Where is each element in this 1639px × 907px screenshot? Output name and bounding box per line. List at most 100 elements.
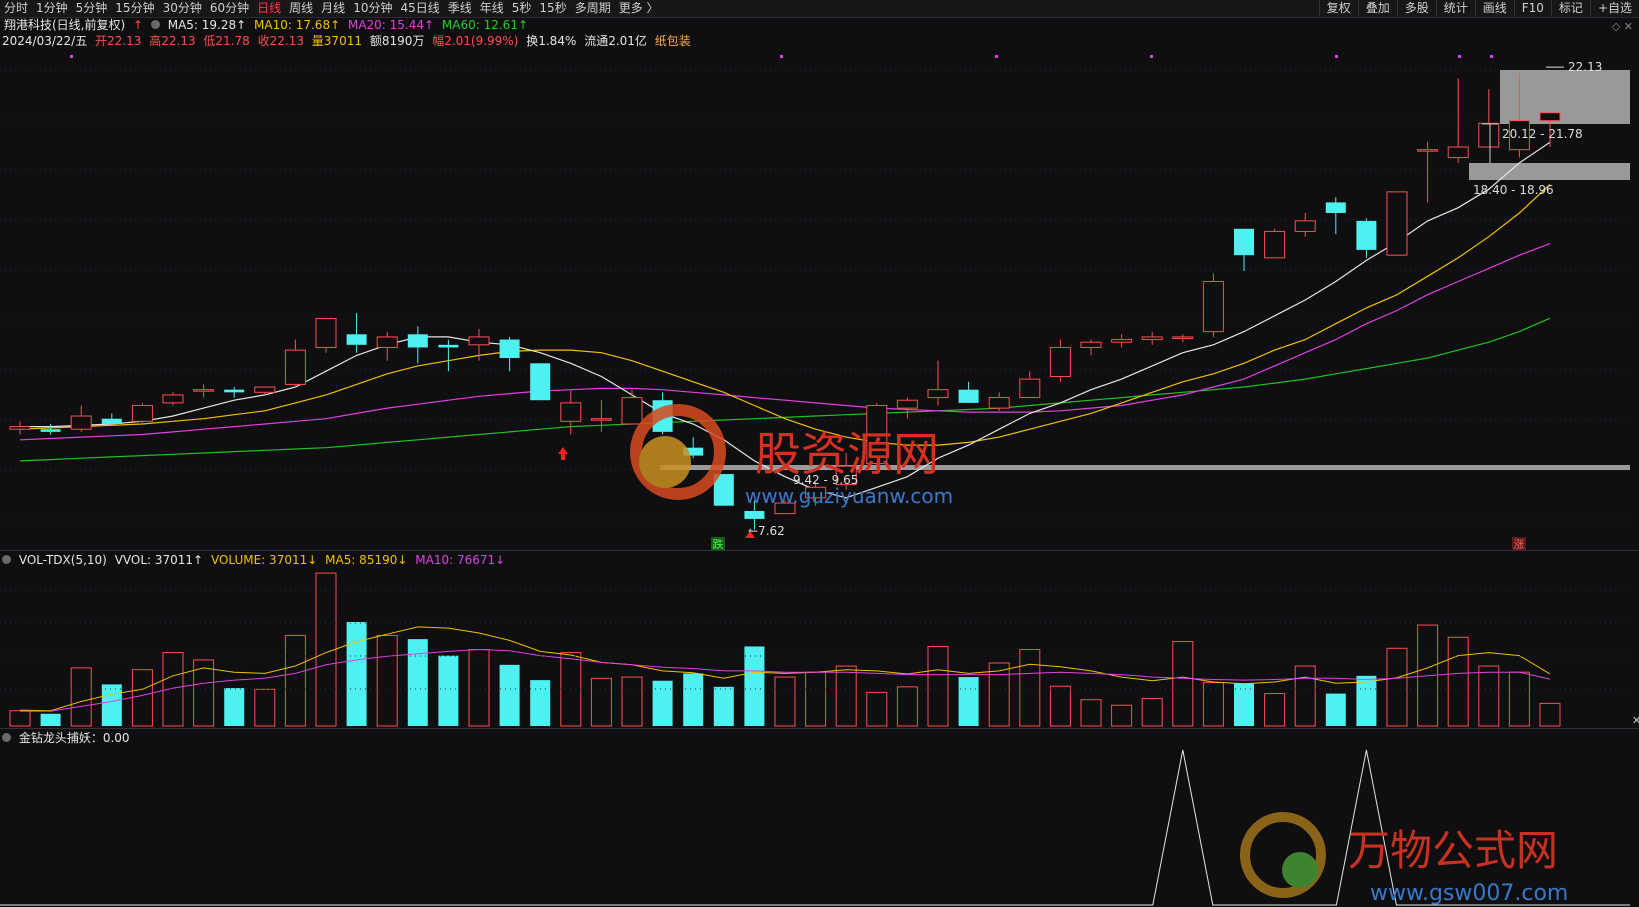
volume-bar	[958, 677, 979, 726]
watermark-title: 股资源网	[755, 427, 939, 481]
signal-dot	[995, 55, 998, 58]
volume-bar	[70, 667, 92, 727]
volume-bar	[1539, 702, 1561, 727]
volume-bar	[284, 634, 306, 727]
candle-body	[254, 386, 276, 393]
volume-bars	[9, 572, 1561, 727]
volume-bar	[468, 649, 490, 727]
volume-bar	[896, 686, 918, 727]
high-price-label: 22.13	[1568, 60, 1602, 74]
watermark-logo	[630, 404, 726, 500]
volume-bar	[407, 639, 428, 726]
candle-body	[1539, 112, 1561, 122]
candle-body	[1447, 146, 1469, 159]
volume-bar	[1049, 685, 1071, 727]
volume-bar	[683, 673, 704, 726]
kline-chart[interactable]: 22.1320.12 - 21.7818.40 - 18.969.42 - 9.…	[0, 0, 1639, 907]
candle-body	[162, 394, 184, 404]
volume-bar	[1264, 693, 1286, 727]
candle-body	[1049, 346, 1071, 377]
candle-body	[40, 429, 61, 432]
candle-body	[958, 389, 979, 403]
volume-bar	[927, 645, 949, 727]
candle-body	[224, 389, 245, 393]
candle-body	[744, 510, 765, 519]
candle-body	[560, 402, 582, 422]
volume-bar	[1234, 683, 1254, 726]
signal-dot	[1335, 55, 1338, 58]
volume-bar	[621, 676, 643, 727]
candle-body	[9, 426, 31, 430]
candle-body	[530, 363, 551, 401]
volume-bar	[1325, 693, 1346, 726]
volume-bar	[1019, 649, 1041, 727]
candle-body	[1234, 228, 1254, 256]
volume-bar	[744, 646, 765, 726]
signal-dot	[1150, 55, 1153, 58]
candle-body	[1019, 378, 1041, 399]
die-label: 跌	[713, 537, 724, 551]
volume-bar	[376, 634, 398, 727]
watermark2-logo	[1240, 812, 1326, 898]
candle-body	[1080, 341, 1102, 348]
signal-dot	[780, 55, 783, 58]
candle-body	[1294, 220, 1316, 232]
candle-body	[1172, 336, 1194, 339]
volume-bar	[713, 686, 734, 726]
candle-body	[346, 334, 367, 345]
signal-dot	[1458, 55, 1461, 58]
volume-bar	[1508, 671, 1530, 727]
volume-bar	[1080, 699, 1102, 727]
low-price-label: ←7.62	[748, 524, 785, 538]
candle-body	[468, 336, 490, 346]
candle-body	[376, 336, 398, 348]
watermark-url: www.guziyuanw.com	[745, 484, 953, 508]
volume-bar	[254, 688, 276, 727]
volume-bar	[1294, 665, 1316, 727]
volume-bar	[9, 710, 31, 727]
candle-body	[438, 344, 459, 348]
volume-bar	[530, 680, 551, 726]
watermark2-title: 万物公式网	[1348, 826, 1558, 875]
volume-bar	[835, 665, 857, 727]
candle-body	[927, 389, 949, 399]
volume-bar	[40, 713, 61, 726]
volume-bar	[805, 671, 827, 727]
candle-body	[1325, 202, 1346, 213]
candle-body	[407, 334, 428, 348]
candle-body	[1356, 220, 1377, 250]
volume-bar	[499, 664, 520, 726]
candle-body	[621, 397, 643, 425]
volume-bar	[315, 572, 337, 727]
volume-bar	[988, 662, 1010, 727]
candle-body	[1141, 336, 1163, 341]
crosshair-icon: ✕	[1632, 714, 1639, 727]
candle-body	[1417, 149, 1439, 152]
volume-bar	[1386, 647, 1408, 727]
candle-body	[590, 418, 612, 421]
candle-body	[193, 389, 215, 392]
candle-body	[499, 339, 520, 359]
signal-dot	[70, 55, 73, 58]
signal-dot	[1490, 55, 1493, 58]
ma10-line	[19, 184, 1551, 446]
volume-bar	[224, 688, 245, 726]
volume-bar	[590, 677, 612, 727]
candle-body	[1478, 122, 1500, 148]
zone-mid-label: 18.40 - 18.96	[1473, 183, 1554, 197]
volume-bar	[131, 669, 153, 727]
volume-bar	[774, 676, 796, 727]
volume-bar	[101, 684, 122, 726]
watermark-leaf-icon	[639, 436, 691, 488]
candle-body	[1264, 230, 1286, 259]
watermark2-leaf-icon	[1282, 852, 1318, 888]
volume-bar	[1478, 665, 1500, 727]
candle-body	[988, 397, 1010, 409]
candle-body	[1202, 281, 1224, 333]
volume-bar	[652, 680, 673, 726]
zhang-label: 涨	[1514, 538, 1525, 551]
volume-bar	[1172, 641, 1194, 727]
volume-bar	[1447, 636, 1469, 727]
candle-body	[896, 399, 918, 409]
volume-bar	[1356, 675, 1377, 726]
